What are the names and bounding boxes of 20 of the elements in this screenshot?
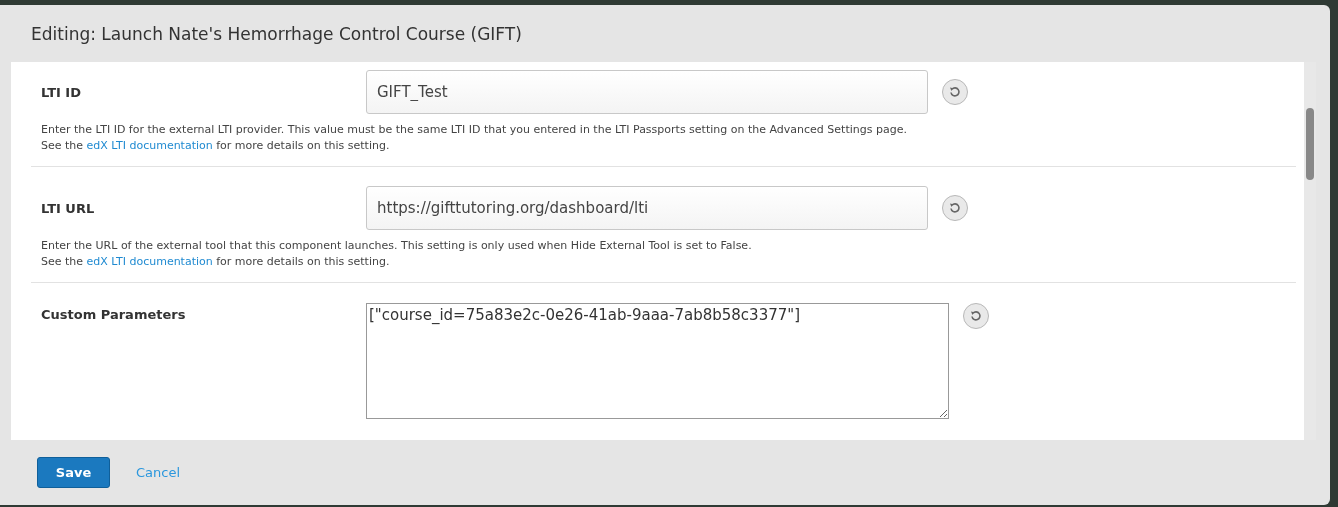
reset-icon xyxy=(949,202,961,214)
setting-label: Custom Parameters xyxy=(41,307,187,322)
documentation-link[interactable]: edX LTI documentation xyxy=(86,139,213,152)
reset-icon xyxy=(970,310,982,322)
help-text: Enter the URL of the external tool that this component launches. This setting is only used when Hide External Tool is set to False. See the edX LTI documentation for more details on this setting. xyxy=(41,238,753,270)
scrollbar-thumb[interactable] xyxy=(1306,108,1314,180)
reset-button[interactable] xyxy=(942,195,968,221)
reset-button[interactable] xyxy=(963,303,989,329)
setting-input[interactable]: https://gifttutoring.org/dashboard/lti xyxy=(366,186,928,230)
custom-parameters-field[interactable]: ["course_id=75a83e2c-0e26-41ab-9aaa-7ab8b58c3377"] xyxy=(366,303,949,419)
setting-label: LTI URL xyxy=(41,200,96,216)
setting-input[interactable]: GIFT_Test xyxy=(366,70,928,114)
save-button[interactable]: Save xyxy=(37,457,110,488)
setting-label: LTI ID xyxy=(41,84,82,100)
reset-button[interactable] xyxy=(942,79,968,105)
cancel-link[interactable]: Cancel xyxy=(136,465,181,480)
help-text: Enter the LTI ID for the external LTI provider. This value must be the same LTI ID that you entered in the LTI Passports setting on the Advanced Settings page. See the edX LTI documentation for more details on this setting. xyxy=(41,122,908,154)
reset-icon xyxy=(949,86,961,98)
documentation-link[interactable]: edX LTI documentation xyxy=(86,255,213,268)
modal-title: Editing: Launch Nate's Hemorrhage Control Course (GIFT) xyxy=(30,22,523,46)
